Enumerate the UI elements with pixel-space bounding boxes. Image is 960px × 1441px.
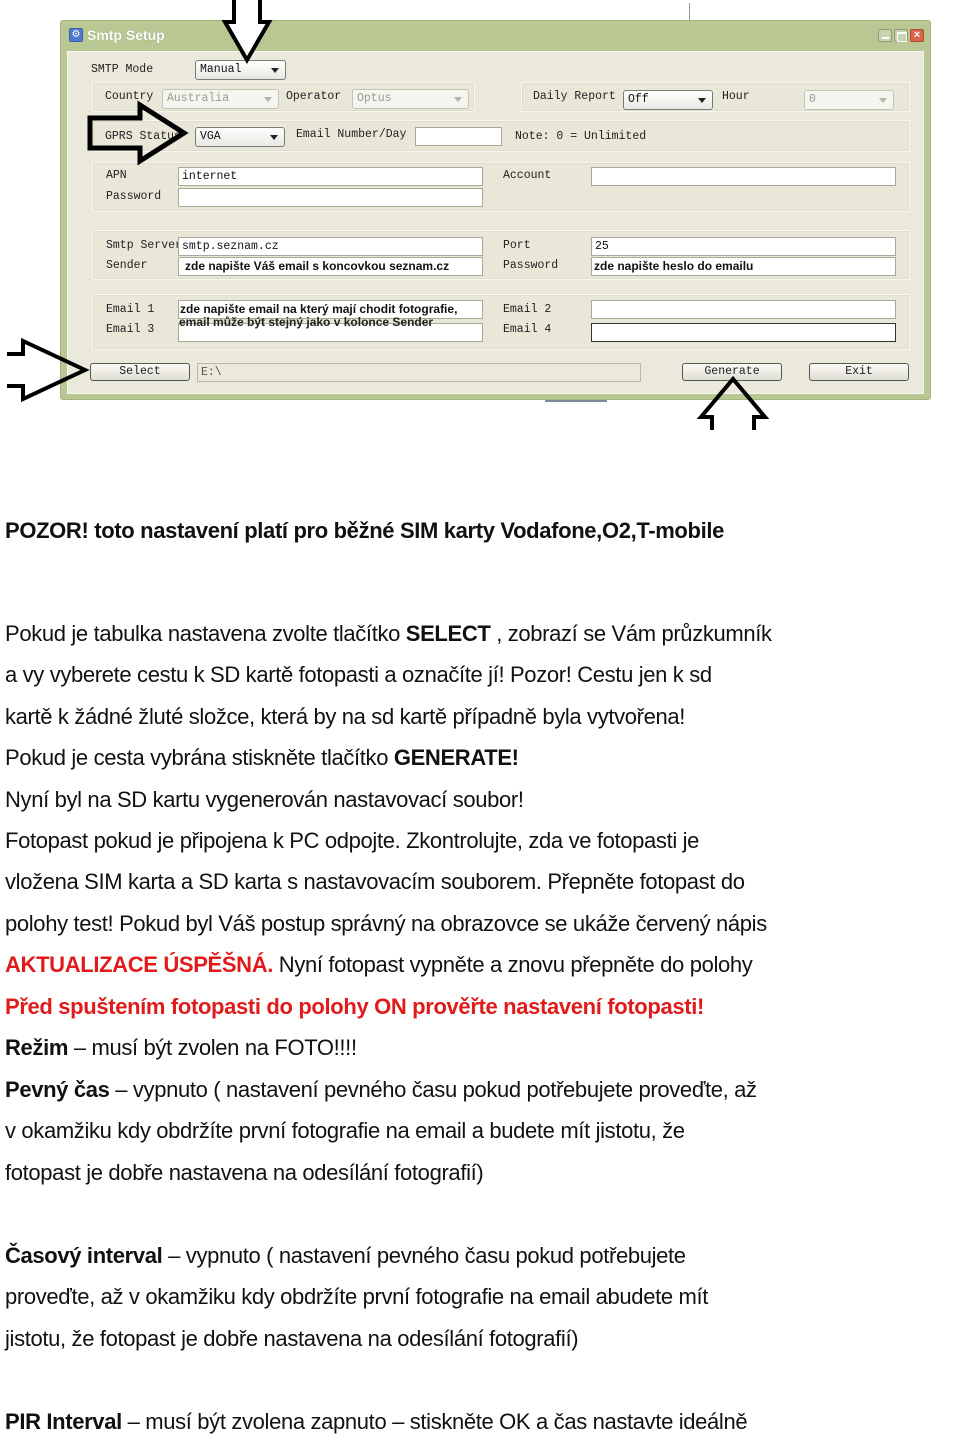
- gprs-status-value: VGA: [200, 130, 221, 143]
- port-label: Port: [503, 239, 531, 252]
- chevron-down-icon: [454, 97, 462, 102]
- chevron-down-icon: [879, 98, 887, 103]
- account-label: Account: [503, 169, 552, 182]
- text-span: Pokud je cesta vybrána stiskněte tlačítk…: [5, 745, 394, 770]
- text-span: – vypnuto ( nastavení pevného času pokud…: [162, 1243, 686, 1268]
- email2-input[interactable]: [591, 300, 896, 319]
- paragraph-line: AKTUALIZACE ÚSPĚŠNÁ. Nyní fotopast vypně…: [5, 952, 960, 978]
- right-arrow-icon: [7, 337, 90, 403]
- paragraph-line: vložena SIM karta a SD karta s nastavova…: [5, 869, 745, 894]
- term-label: PIR Interval: [5, 1409, 122, 1434]
- gprs-status-select[interactable]: VGA: [195, 127, 285, 147]
- paragraph-line: Nyní byl na SD kartu vygenerován nastavo…: [5, 787, 524, 812]
- paragraph-line: PIR Interval – musí být zvolena zapnuto …: [5, 1409, 960, 1435]
- apn-password-input[interactable]: [178, 188, 483, 207]
- smtp-mode-label: SMTP Mode: [91, 63, 154, 76]
- smtp-server-input[interactable]: smtp.seznam.cz: [178, 237, 483, 256]
- daily-report-value: Off: [628, 93, 649, 106]
- email2-label: Email 2: [503, 303, 552, 316]
- paragraph-line: Pevný čas – vypnuto ( nastavení pevného …: [5, 1077, 960, 1103]
- generate-keyword: GENERATE!: [393, 745, 519, 770]
- term-label: Časový interval: [5, 1243, 163, 1268]
- sender-input[interactable]: zde napište Váš email s koncovkou seznam…: [178, 257, 483, 276]
- paragraph-line: polohy test! Pokud byl Váš postup správn…: [5, 911, 767, 936]
- sender-label: Sender: [106, 259, 148, 272]
- operator-value: Optus: [357, 92, 392, 105]
- smtp-setup-window: ⚙ Smtp Setup × SMTP Mode Manual Country …: [60, 20, 931, 400]
- gear-icon: ⚙: [69, 28, 83, 42]
- smtp-password-label: Password: [503, 259, 559, 272]
- paragraph-line: Režim – musí být zvolen na FOTO!!!!: [5, 1035, 960, 1061]
- operator-label: Operator: [286, 90, 342, 103]
- smtp-server-label: Smtp Server: [106, 239, 182, 252]
- paragraph-line: jistotu, že fotopast je dobře nastavena …: [5, 1326, 579, 1351]
- email-number-input[interactable]: [415, 127, 502, 146]
- text-span: – musí být zvolen na FOTO!!!!: [68, 1035, 357, 1060]
- port-input[interactable]: 25: [591, 237, 896, 256]
- minimize-icon[interactable]: [878, 29, 892, 42]
- paragraph-line: a vy vyberete cestu k SD kartě fotopasti…: [5, 662, 712, 687]
- hour-value: 0: [809, 93, 816, 106]
- apn-label: APN: [106, 169, 127, 182]
- term-label: Režim: [5, 1035, 69, 1060]
- chevron-down-icon: [698, 98, 706, 103]
- window-title: Smtp Setup: [87, 27, 165, 43]
- email-number-label: Email Number/Day: [296, 128, 407, 141]
- email-hint-overlay: email může být stejný jako v kolonce Sen…: [179, 315, 434, 329]
- background-remnant: [545, 400, 607, 402]
- account-input[interactable]: [591, 167, 896, 186]
- text-span: – musí být zvolena zapnuto – stiskněte O…: [121, 1409, 748, 1434]
- chevron-down-icon: [271, 68, 279, 73]
- exit-button[interactable]: Exit: [809, 363, 909, 381]
- paragraph-line: kartě k žádné žluté složce, která by na …: [5, 704, 686, 729]
- hour-select[interactable]: 0: [804, 90, 894, 110]
- term-label: Pevný čas: [5, 1077, 110, 1102]
- daily-report-select[interactable]: Off: [623, 90, 713, 110]
- maximize-icon[interactable]: [894, 29, 908, 42]
- operator-select[interactable]: Optus: [352, 89, 469, 109]
- paragraph-line: fotopast je dobře nastavena na odesílání…: [5, 1160, 484, 1185]
- chevron-down-icon: [264, 97, 272, 102]
- email1-label: Email 1: [106, 303, 155, 316]
- smtp-password-input[interactable]: zde napište heslo do emailu: [591, 257, 896, 276]
- close-icon[interactable]: ×: [910, 29, 924, 42]
- paragraph-line: Fotopast pokud je připojena k PC odpojte…: [5, 828, 700, 853]
- success-keyword: AKTUALIZACE ÚSPĚŠNÁ.: [5, 952, 274, 977]
- text-span: Nyní fotopast vypněte a znovu přepněte d…: [273, 952, 753, 977]
- warning-heading: POZOR! toto nastavení platí pro běžné SI…: [5, 518, 725, 543]
- daily-report-label: Daily Report: [533, 90, 616, 103]
- apn-password-label: Password: [106, 190, 162, 203]
- smtp-mode-value: Manual: [200, 63, 242, 76]
- apn-input[interactable]: internet: [178, 167, 483, 186]
- down-arrow-icon: [221, 0, 273, 64]
- note-text: Note: 0 = Unlimited: [515, 130, 647, 143]
- window-client: SMTP Mode Manual Country Australia Opera…: [67, 51, 924, 394]
- paragraph-line: proveďte, až v okamžiku kdy obdržíte prv…: [5, 1284, 708, 1309]
- right-arrow-icon: [87, 100, 189, 166]
- paragraph-line: Časový interval – vypnuto ( nastavení pe…: [5, 1243, 960, 1269]
- red-warning-line: Před spuštením fotopasti do polohy ON pr…: [5, 994, 704, 1019]
- email3-label: Email 3: [106, 323, 155, 336]
- select-keyword: SELECT: [405, 621, 491, 646]
- email4-label: Email 4: [503, 323, 552, 336]
- title-bar[interactable]: ⚙ Smtp Setup ×: [61, 21, 930, 49]
- paragraph-line: Pokud je cesta vybrána stiskněte tlačítk…: [5, 745, 960, 771]
- select-button[interactable]: Select: [90, 363, 190, 381]
- text-span: Pokud je tabulka nastavena zvolte tlačít…: [5, 621, 406, 646]
- text-span: – vypnuto ( nastavení pevného času pokud…: [109, 1077, 757, 1102]
- hour-label: Hour: [722, 90, 750, 103]
- paragraph-line: v okamžiku kdy obdržíte první fotografie…: [5, 1118, 685, 1143]
- email4-input[interactable]: [591, 323, 896, 342]
- paragraph-line: Pokud je tabulka nastavena zvolte tlačít…: [5, 621, 960, 647]
- up-arrow-icon: [696, 375, 770, 430]
- text-span: , zobrazí se Vám průzkumník: [490, 621, 772, 646]
- background-line: [689, 3, 690, 21]
- path-field[interactable]: E:\: [197, 363, 641, 382]
- chevron-down-icon: [270, 135, 278, 140]
